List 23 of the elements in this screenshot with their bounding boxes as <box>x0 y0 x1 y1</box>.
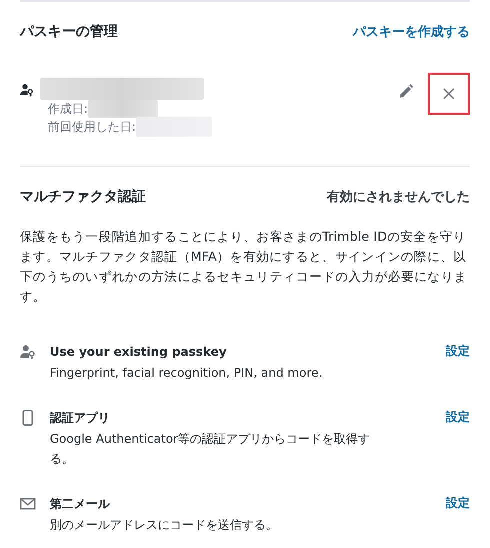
created-label: 作成日: <box>48 100 88 118</box>
method-description: Fingerprint, facial recognition, PIN, and more. <box>50 365 324 382</box>
setup-link[interactable]: 設定 <box>446 409 470 426</box>
description-text: 保護をもう一段階追加することにより、お客さまのTrimble IDの安全を守ります。マルチファクタ認証（MFA）を有効にすると、サインインの際に、以下のうちのいずれかの方法によるセキュリティコードの入力が必要になります。 <box>20 228 468 306</box>
method-title: Use your existing passkey <box>50 344 228 361</box>
section-title: マルチファクタ認証 <box>20 188 146 206</box>
close-button[interactable] <box>428 73 470 115</box>
last-used-label: 前回使用した日: <box>48 118 136 136</box>
status-text: 有効にされませんでした <box>327 189 470 206</box>
mail-icon <box>20 496 36 512</box>
method-description: Google Authenticator等の認証アプリからコードを取得する。 <box>50 431 372 468</box>
setup-link[interactable]: 設定 <box>446 495 470 512</box>
section-title: パスキーの管理 <box>20 23 118 41</box>
passkey-user-icon <box>20 344 36 360</box>
phone-icon <box>20 410 36 426</box>
pencil-icon <box>398 84 414 100</box>
setup-link[interactable]: 設定 <box>446 343 470 360</box>
create-passkey-link[interactable]: パスキーを作成する <box>353 23 470 41</box>
close-icon <box>443 88 455 100</box>
passkey-user-icon <box>20 83 34 97</box>
method-title: 認証アプリ <box>50 410 111 427</box>
method-description: 別のメールアドレスにコードを送信する。 <box>50 517 279 534</box>
method-title: 第二メール <box>50 496 112 513</box>
